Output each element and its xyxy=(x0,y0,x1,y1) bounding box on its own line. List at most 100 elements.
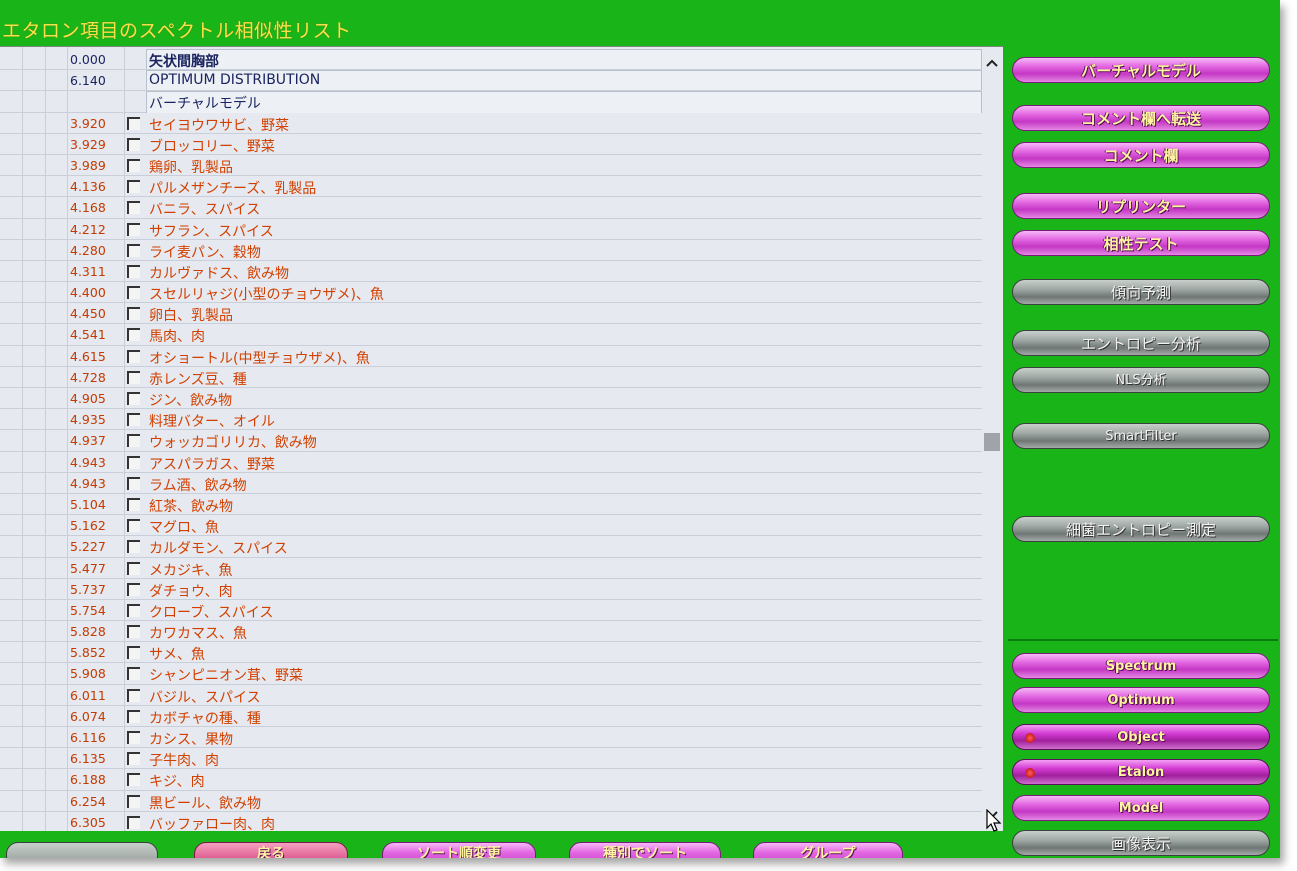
item-checkbox[interactable] xyxy=(127,307,140,321)
item-checkbox[interactable] xyxy=(127,688,140,702)
list-item[interactable]: 4.728 赤レンズ豆、種 xyxy=(0,367,982,388)
list-item[interactable]: 4.280 ライ麦パン、穀物 xyxy=(0,240,982,261)
nls-analysis-button[interactable]: NLS分析 xyxy=(1012,367,1270,393)
item-checkbox[interactable] xyxy=(127,286,140,300)
list-item[interactable]: 4.935 料理バター、オイル xyxy=(0,409,982,431)
item-checkbox[interactable] xyxy=(127,561,140,575)
item-checkbox[interactable] xyxy=(127,603,140,617)
list-item[interactable]: 5.227 カルダモン、スパイス xyxy=(0,536,982,558)
bottom-button-1[interactable] xyxy=(6,842,158,858)
item-checkbox[interactable] xyxy=(127,476,140,490)
item-distance-value: 5.908 xyxy=(70,666,106,682)
item-checkbox[interactable] xyxy=(127,773,140,787)
item-distance-value: 4.943 xyxy=(70,454,106,470)
header-row-model[interactable]: バーチャルモデル xyxy=(0,91,982,113)
vertical-scrollbar[interactable] xyxy=(982,57,1002,829)
smartfilter-button[interactable]: SmartFilter xyxy=(1012,423,1270,449)
item-checkbox[interactable] xyxy=(127,582,140,596)
header-row-optimum[interactable]: 6.140 OPTIMUM DISTRIBUTION xyxy=(0,70,982,92)
object-mode-button[interactable]: Object xyxy=(1012,724,1270,750)
list-item[interactable]: 4.136 パルメザンチーズ、乳製品 xyxy=(0,176,982,198)
list-item[interactable]: 4.943 ラム酒、飲み物 xyxy=(0,473,982,494)
list-item[interactable]: 6.116 カシス、果物 xyxy=(0,727,982,749)
list-item[interactable]: 6.254 黒ビール、飲み物 xyxy=(0,791,982,812)
list-item[interactable]: 5.754 クローブ、スパイス xyxy=(0,600,982,622)
list-item[interactable]: 3.929 ブロッコリー、野菜 xyxy=(0,134,982,155)
item-checkbox[interactable] xyxy=(127,540,140,554)
entropy-analysis-button[interactable]: エントロピー分析 xyxy=(1012,330,1270,356)
chevron-up-icon[interactable] xyxy=(982,57,1002,77)
list-item[interactable]: 4.168 バニラ、スパイス xyxy=(0,197,982,219)
list-item[interactable]: 5.477 メカジキ、魚 xyxy=(0,558,982,579)
transfer-to-comment-button[interactable]: コメント欄へ転送 xyxy=(1012,105,1270,131)
list-item[interactable]: 4.541 馬肉、肉 xyxy=(0,324,982,346)
item-checkbox[interactable] xyxy=(127,222,140,236)
list-item[interactable]: 4.905 ジン、飲み物 xyxy=(0,388,982,410)
item-checkbox[interactable] xyxy=(127,413,140,427)
list-item[interactable]: 5.162 マグロ、魚 xyxy=(0,515,982,537)
list-item[interactable]: 4.400 スセルリャジ(小型のチョウザメ)、魚 xyxy=(0,282,982,304)
item-checkbox[interactable] xyxy=(127,434,140,448)
item-checkbox[interactable] xyxy=(127,709,140,723)
reprinter-button[interactable]: リプリンター xyxy=(1012,193,1270,219)
list-item[interactable]: 5.828 カワカマス、魚 xyxy=(0,621,982,643)
list-item[interactable]: 6.305 バッファロー肉、肉 xyxy=(0,812,982,831)
image-display-button[interactable]: 画像表示 xyxy=(1012,830,1270,856)
item-checkbox[interactable] xyxy=(127,646,140,660)
list-item[interactable]: 3.920 セイヨウワサビ、野菜 xyxy=(0,113,982,134)
list-item[interactable]: 5.737 ダチョウ、肉 xyxy=(0,579,982,600)
item-checkbox[interactable] xyxy=(127,752,140,766)
back-button[interactable]: 戻る xyxy=(194,842,348,858)
item-distance-value: 6.188 xyxy=(70,772,106,788)
item-checkbox[interactable] xyxy=(127,794,140,808)
item-checkbox[interactable] xyxy=(127,519,140,533)
list-item[interactable]: 5.852 サメ、魚 xyxy=(0,642,982,664)
list-item[interactable]: 6.011 バジル、スパイス xyxy=(0,685,982,706)
comment-button[interactable]: コメント欄 xyxy=(1012,142,1270,168)
item-distance-value: 5.227 xyxy=(70,539,106,555)
list-item[interactable]: 4.212 サフラン、スパイス xyxy=(0,219,982,240)
item-checkbox[interactable] xyxy=(127,201,140,215)
list-item[interactable]: 5.104 紅茶、飲み物 xyxy=(0,494,982,516)
list-item[interactable]: 5.908 シャンピニオン茸、野菜 xyxy=(0,663,982,685)
item-checkbox[interactable] xyxy=(127,370,140,384)
item-checkbox[interactable] xyxy=(127,243,140,257)
item-checkbox[interactable] xyxy=(127,731,140,744)
model-mode-button[interactable]: Model xyxy=(1012,795,1270,821)
list-item[interactable]: 6.188 キジ、肉 xyxy=(0,769,982,791)
change-sort-order-button[interactable]: ソート順変更 xyxy=(382,842,536,858)
virtual-model-button[interactable]: バーチャルモデル xyxy=(1012,57,1270,83)
bacteria-entropy-button[interactable]: 細菌エントロピー測定 xyxy=(1012,516,1270,542)
item-checkbox[interactable] xyxy=(127,116,140,130)
item-checkbox[interactable] xyxy=(127,137,140,151)
scroll-thumb[interactable] xyxy=(984,433,1000,451)
item-checkbox[interactable] xyxy=(127,328,140,342)
item-checkbox[interactable] xyxy=(127,667,140,681)
item-checkbox[interactable] xyxy=(127,264,140,278)
optimum-mode-button[interactable]: Optimum xyxy=(1012,687,1270,713)
group-button[interactable]: グループ xyxy=(753,842,903,858)
item-checkbox[interactable] xyxy=(127,180,140,194)
item-checkbox[interactable] xyxy=(127,158,140,172)
list-item[interactable]: 4.943 アスパラガス、野菜 xyxy=(0,452,982,473)
sidebar-divider xyxy=(1008,639,1278,641)
spectrum-mode-button[interactable]: Spectrum xyxy=(1012,653,1270,679)
etalon-mode-button[interactable]: Etalon xyxy=(1012,759,1270,785)
item-checkbox[interactable] xyxy=(127,455,140,469)
sort-by-type-button[interactable]: 種別でソート xyxy=(569,842,721,858)
header-row-object[interactable]: 0.000 矢状間胸部 xyxy=(0,49,982,71)
item-checkbox[interactable] xyxy=(127,349,140,363)
list-item[interactable]: 6.074 カボチャの種、種 xyxy=(0,706,982,727)
item-checkbox[interactable] xyxy=(127,815,140,829)
compatibility-test-button[interactable]: 相性テスト xyxy=(1012,230,1270,256)
item-checkbox[interactable] xyxy=(127,497,140,511)
trend-prediction-button[interactable]: 傾向予測 xyxy=(1012,279,1270,305)
list-item[interactable]: 6.135 子牛肉、肉 xyxy=(0,748,982,770)
item-checkbox[interactable] xyxy=(127,392,140,405)
item-checkbox[interactable] xyxy=(127,625,140,639)
list-item[interactable]: 4.311 カルヴァドス、飲み物 xyxy=(0,261,982,283)
list-item[interactable]: 4.450 卵白、乳製品 xyxy=(0,303,982,325)
list-item[interactable]: 3.989 鶏卵、乳製品 xyxy=(0,155,982,177)
list-item[interactable]: 4.937 ウォッカゴリリカ、飲み物 xyxy=(0,430,982,452)
list-item[interactable]: 4.615 オショートル(中型チョウザメ)、魚 xyxy=(0,346,982,367)
